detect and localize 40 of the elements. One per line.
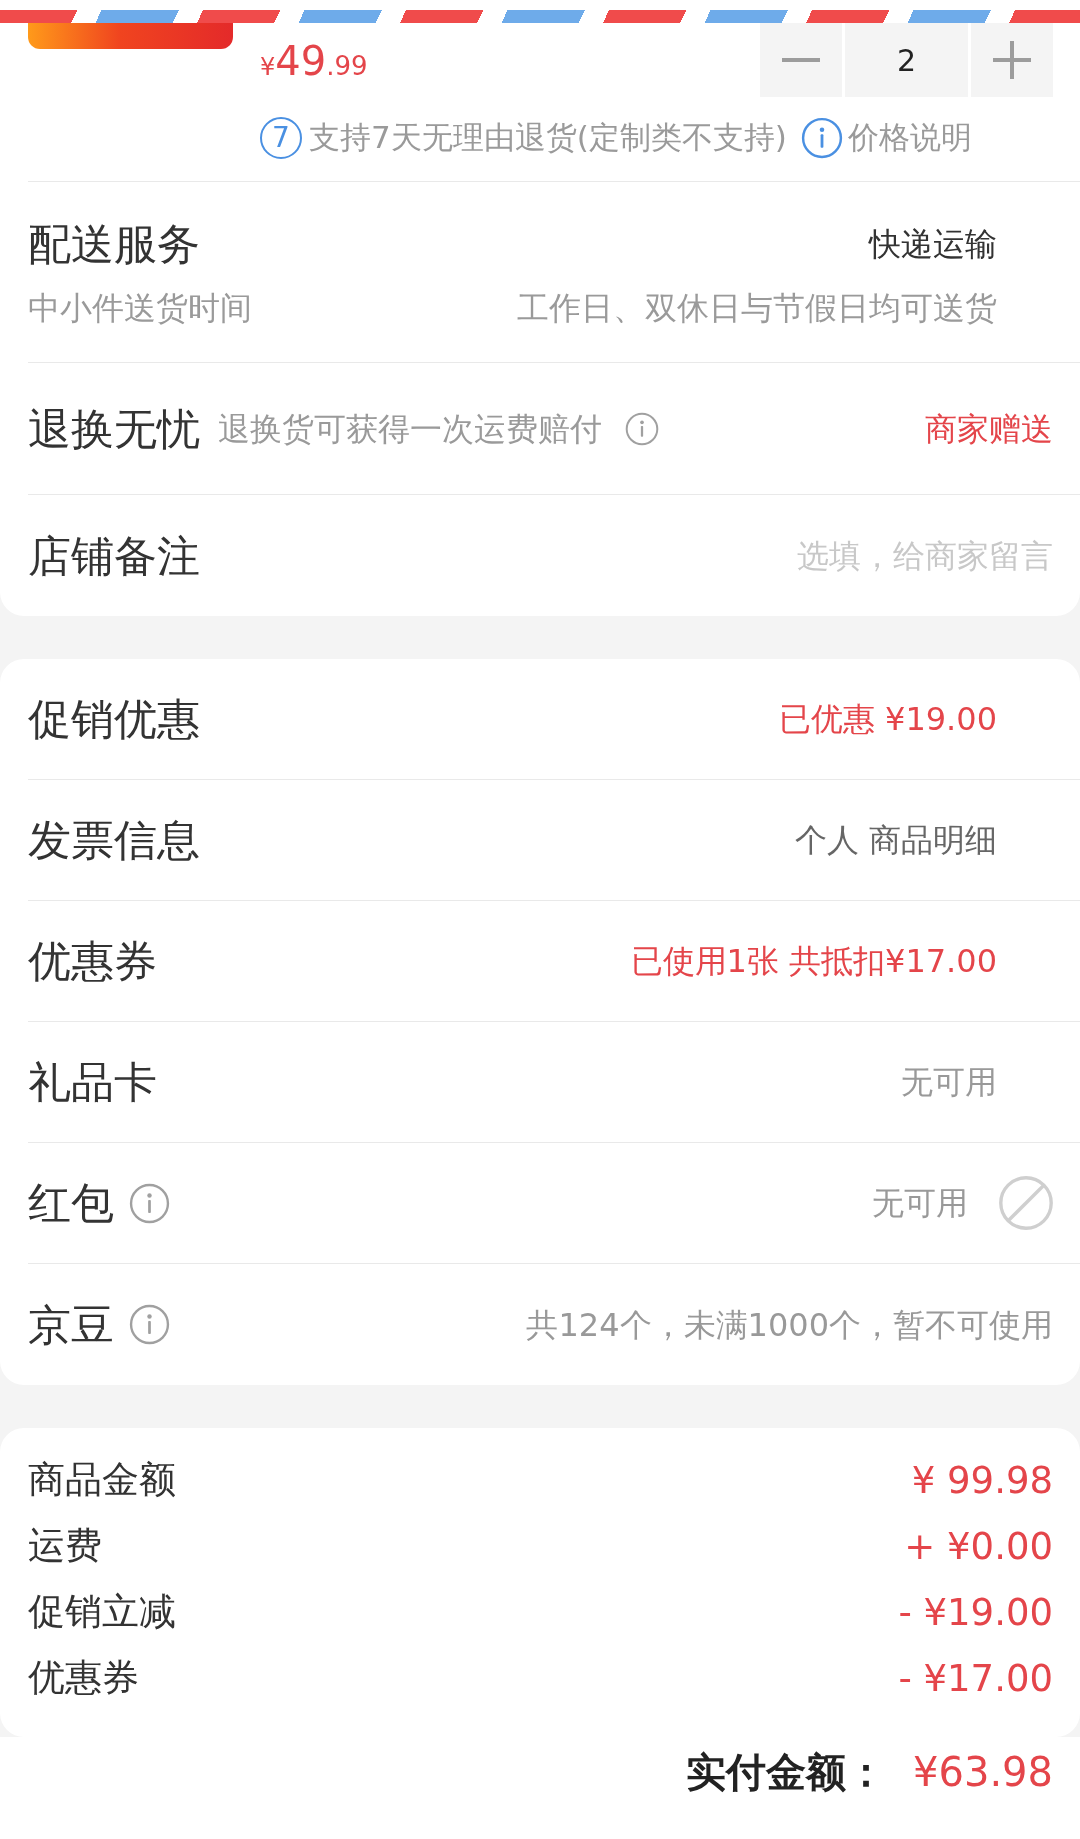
- summary-amount: ¥ 99.98: [911, 1458, 1053, 1502]
- info-icon: [800, 117, 843, 159]
- quantity-field[interactable]: 2: [845, 23, 968, 97]
- row-title: 促销优惠: [28, 693, 200, 746]
- decrease-button[interactable]: [760, 23, 842, 97]
- row-value: 已优惠 ¥19.00: [778, 699, 997, 740]
- summary-amount: - ¥17.00: [898, 1656, 1053, 1700]
- row-title: 礼品卡: [28, 1056, 157, 1109]
- summary-label: 促销立减: [28, 1589, 176, 1635]
- price-text: ¥49.99: [260, 37, 368, 86]
- row-title: 优惠券: [28, 935, 157, 988]
- plus-icon: [993, 41, 1031, 79]
- summary-amount: + ¥0.00: [904, 1524, 1053, 1568]
- row-title: 配送服务: [28, 218, 200, 271]
- row-value: 快递运输: [869, 224, 997, 265]
- summary-label: 运费: [28, 1523, 102, 1569]
- row-value: 已使用1张 共抵扣¥17.00: [630, 941, 997, 982]
- row-title: 退换无忧: [28, 402, 200, 456]
- row-title: 店铺备注: [28, 529, 200, 583]
- total-amount: ¥63.98: [913, 1748, 1053, 1797]
- row-value: 共124个，未满1000个，暂不可使用: [526, 1304, 1053, 1346]
- row-detail: 工作日、双休日与节假日均可送货: [517, 288, 997, 328]
- summary-label: 商品金额: [28, 1457, 176, 1503]
- row-value: 个人 商品明细: [794, 820, 997, 861]
- increase-button[interactable]: [971, 23, 1053, 97]
- row-title: 京豆: [28, 1298, 114, 1352]
- return-policy-text: 支持7天无理由退货(定制类不支持): [309, 118, 787, 157]
- row-subtitle: 退换货可获得一次运费赔付: [218, 408, 602, 449]
- return-days-badge: 7: [260, 117, 302, 159]
- summary-label: 优惠券: [28, 1655, 139, 1701]
- total-label: 实付金额：: [686, 1748, 887, 1797]
- row-subtitle: 中小件送货时间: [28, 288, 252, 328]
- row-value: 商家赠送: [925, 408, 1053, 450]
- row-value: 无可用: [901, 1062, 997, 1103]
- row-value: 无可用: [872, 1183, 968, 1224]
- row-title: 红包: [28, 1177, 114, 1230]
- summary-amount: - ¥19.00: [898, 1590, 1053, 1634]
- prohibited-icon: [999, 1176, 1053, 1230]
- row-title: 发票信息: [28, 814, 200, 867]
- minus-icon: [782, 58, 820, 62]
